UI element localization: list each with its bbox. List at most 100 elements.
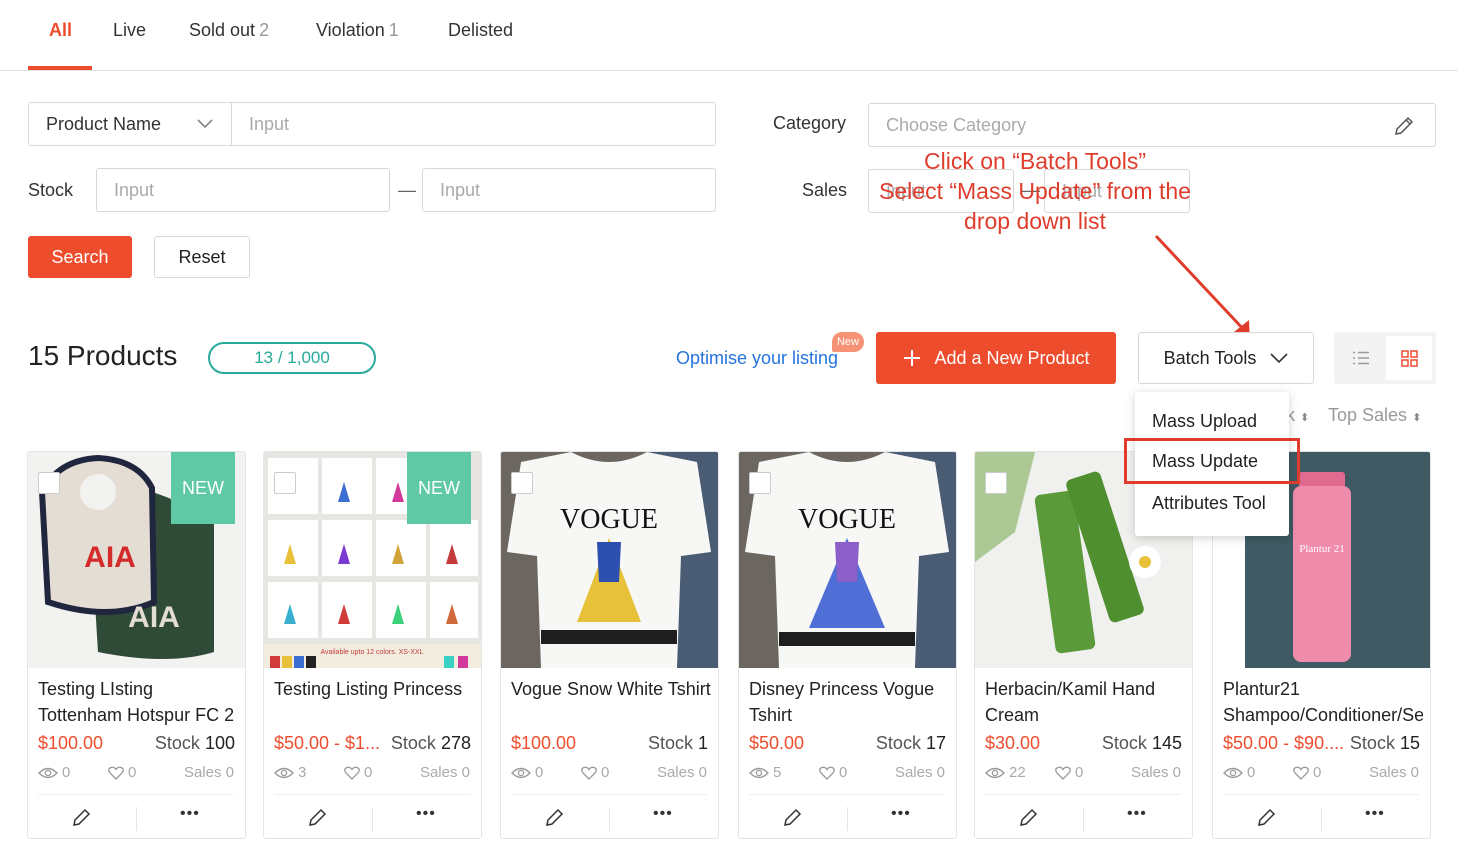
menu-item-mass-upload[interactable]: Mass Upload	[1152, 411, 1257, 432]
pencil-icon[interactable]	[1257, 807, 1277, 827]
views-stat: 0	[38, 764, 70, 781]
chevron-down-icon	[1270, 352, 1288, 363]
new-tag: NEW	[171, 452, 235, 524]
card-actions: •••	[28, 795, 245, 838]
sort-option[interactable]: k ⬍	[1286, 405, 1309, 426]
product-search-input[interactable]: Input	[231, 102, 716, 146]
product-name[interactable]: Plantur21 Shampoo/Conditioner/Set For #l…	[1223, 676, 1423, 728]
card-actions: •••	[975, 795, 1192, 838]
category-input[interactable]: Choose Category	[868, 103, 1436, 147]
tab-sold-out[interactable]: Sold out 2	[189, 20, 269, 41]
sales-stat: Sales 0	[1131, 764, 1181, 781]
product-card[interactable]: VOGUE Disney Princess Vogue Tshirt $50.0…	[738, 451, 957, 839]
heart-icon	[1293, 766, 1309, 780]
highlight-box	[1124, 438, 1300, 484]
stock-value: 145	[1151, 733, 1182, 753]
product-image[interactable]: VOGUE	[739, 452, 956, 668]
views-stat: 0	[511, 764, 543, 781]
product-name[interactable]: Vogue Snow White Tshirt	[511, 676, 711, 728]
card-actions: •••	[264, 795, 481, 838]
sales-count: 0	[936, 764, 945, 781]
heart-icon	[581, 766, 597, 780]
heart-icon	[1055, 766, 1071, 780]
tab-all[interactable]: All	[49, 20, 72, 41]
tab-count: 2	[259, 20, 270, 40]
pencil-icon[interactable]	[1019, 807, 1039, 827]
sales-count: 0	[225, 764, 234, 781]
input-placeholder: Input	[440, 179, 481, 200]
stock-max-input[interactable]: Input	[422, 168, 716, 212]
product-name[interactable]: Herbacin/Kamil Hand Cream	[985, 676, 1185, 728]
sales-stat: Sales 0	[657, 764, 707, 781]
product-stats: 22 0 Sales 0	[985, 764, 1181, 784]
tab-violation[interactable]: Violation 1	[316, 20, 399, 41]
product-stock: Stock 278	[386, 733, 471, 754]
optimise-listing-link[interactable]: Optimise your listing	[676, 348, 838, 369]
range-dash: —	[398, 180, 416, 200]
list-view-icon	[1353, 351, 1369, 365]
tab-live[interactable]: Live	[113, 20, 146, 41]
product-card[interactable]: Available upto 12 colors. XS-XXL NEW Tes…	[263, 451, 482, 839]
product-name[interactable]: Testing Listing Princess	[274, 676, 474, 728]
list-view-button[interactable]	[1338, 336, 1384, 380]
more-options-icon[interactable]: •••	[1127, 805, 1147, 823]
product-stock: Stock 100	[150, 733, 235, 754]
views-count: 0	[535, 764, 544, 781]
tab-count: 1	[388, 20, 399, 40]
product-checkbox[interactable]	[985, 472, 1007, 494]
views-stat: 3	[274, 764, 306, 781]
pencil-icon[interactable]	[545, 807, 565, 827]
tshirt-image: VOGUE	[745, 452, 956, 668]
stock-label: Stock	[647, 733, 693, 753]
more-options-icon[interactable]: •••	[416, 805, 436, 823]
product-checkbox[interactable]	[511, 472, 533, 494]
new-tag: NEW	[407, 452, 471, 524]
more-options-icon[interactable]: •••	[1365, 805, 1385, 823]
product-name[interactable]: Disney Princess Vogue Tshirt	[749, 676, 949, 728]
reset-button[interactable]: Reset	[154, 236, 250, 278]
sort-top-sales[interactable]: Top Sales ⬍	[1328, 405, 1421, 426]
likes-count: 0	[839, 764, 848, 781]
stock-min-input[interactable]: Input	[96, 168, 390, 212]
image-text: Plantur 21	[1299, 543, 1345, 555]
pencil-icon[interactable]	[308, 807, 328, 827]
sales-label: Sales	[802, 180, 848, 200]
button-label: Search	[51, 246, 109, 267]
views-count: 22	[1009, 764, 1026, 781]
product-checkbox[interactable]	[38, 472, 60, 494]
product-card[interactable]: VOGUE Vogue Snow White Tshirt $100.00 St…	[500, 451, 719, 839]
grid-view-button[interactable]	[1386, 336, 1432, 380]
batch-tools-button[interactable]: Batch Tools	[1138, 332, 1314, 384]
pencil-icon[interactable]	[783, 807, 803, 827]
stock-value: 15	[1399, 733, 1420, 753]
product-checkbox[interactable]	[274, 472, 296, 494]
search-button[interactable]: Search	[28, 236, 132, 278]
pencil-icon[interactable]	[72, 807, 92, 827]
product-stock: Stock 15	[1345, 733, 1420, 754]
sort-arrows-icon: ⬍	[1300, 412, 1310, 424]
sales-label: Sales	[656, 764, 695, 781]
more-options-icon[interactable]: •••	[653, 805, 673, 823]
sales-label: Sales	[1368, 764, 1407, 781]
status-tabs: All Live Sold out 2 Violation 1 Delisted	[0, 0, 1458, 71]
product-name[interactable]: Testing LIsting Tottenham Hotspur FC 2 P…	[38, 676, 238, 728]
tab-label: Live	[113, 20, 147, 40]
more-options-icon[interactable]: •••	[891, 805, 911, 823]
image-text: VOGUE	[560, 504, 658, 535]
sales-count: 0	[1410, 764, 1419, 781]
action-separator	[847, 807, 848, 831]
pencil-icon[interactable]	[1393, 115, 1415, 137]
more-options-icon[interactable]: •••	[180, 805, 200, 823]
image-text: AIA	[84, 541, 136, 574]
views-count: 0	[1247, 764, 1256, 781]
product-price: $50.00 - $1...	[274, 733, 381, 753]
product-checkbox[interactable]	[749, 472, 771, 494]
product-field-select[interactable]: Product Name	[28, 102, 232, 146]
product-image[interactable]: VOGUE	[501, 452, 718, 668]
tab-delisted[interactable]: Delisted	[448, 20, 513, 41]
image-text: AIA	[128, 601, 180, 634]
menu-item-attributes-tool[interactable]: Attributes Tool	[1152, 493, 1266, 514]
add-new-product-button[interactable]: Add a New Product	[876, 332, 1116, 384]
views-stat: 0	[1223, 764, 1255, 781]
product-card[interactable]: AIA AIA NEW Testing LIsting Tottenham Ho…	[27, 451, 246, 839]
